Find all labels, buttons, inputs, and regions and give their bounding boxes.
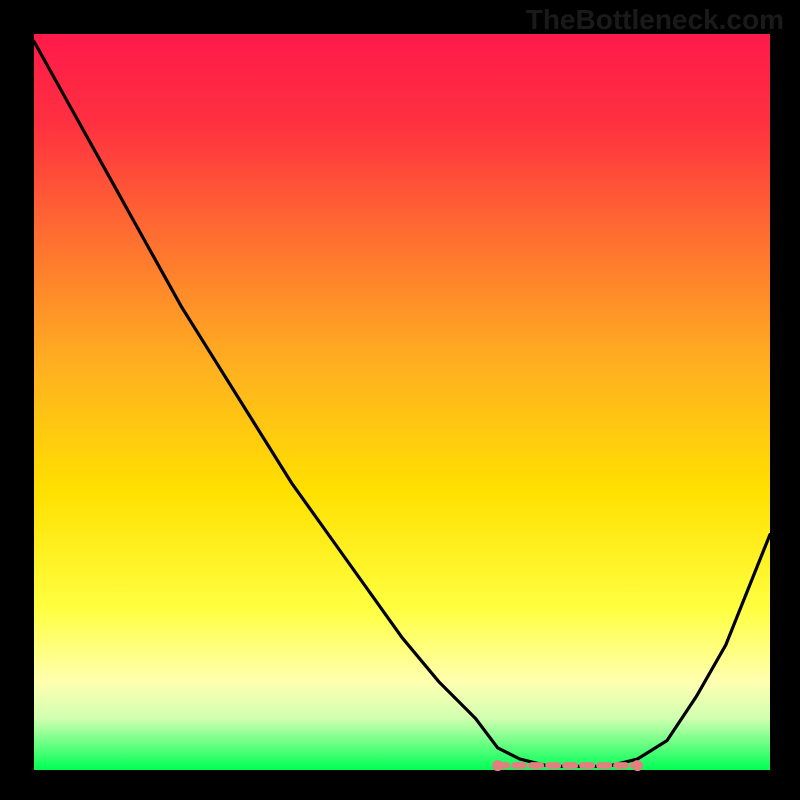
watermark-text: TheBottleneck.com <box>526 4 784 36</box>
plot-background <box>34 34 770 770</box>
chart-container: TheBottleneck.com <box>0 0 800 800</box>
bottleneck-chart <box>0 0 800 800</box>
